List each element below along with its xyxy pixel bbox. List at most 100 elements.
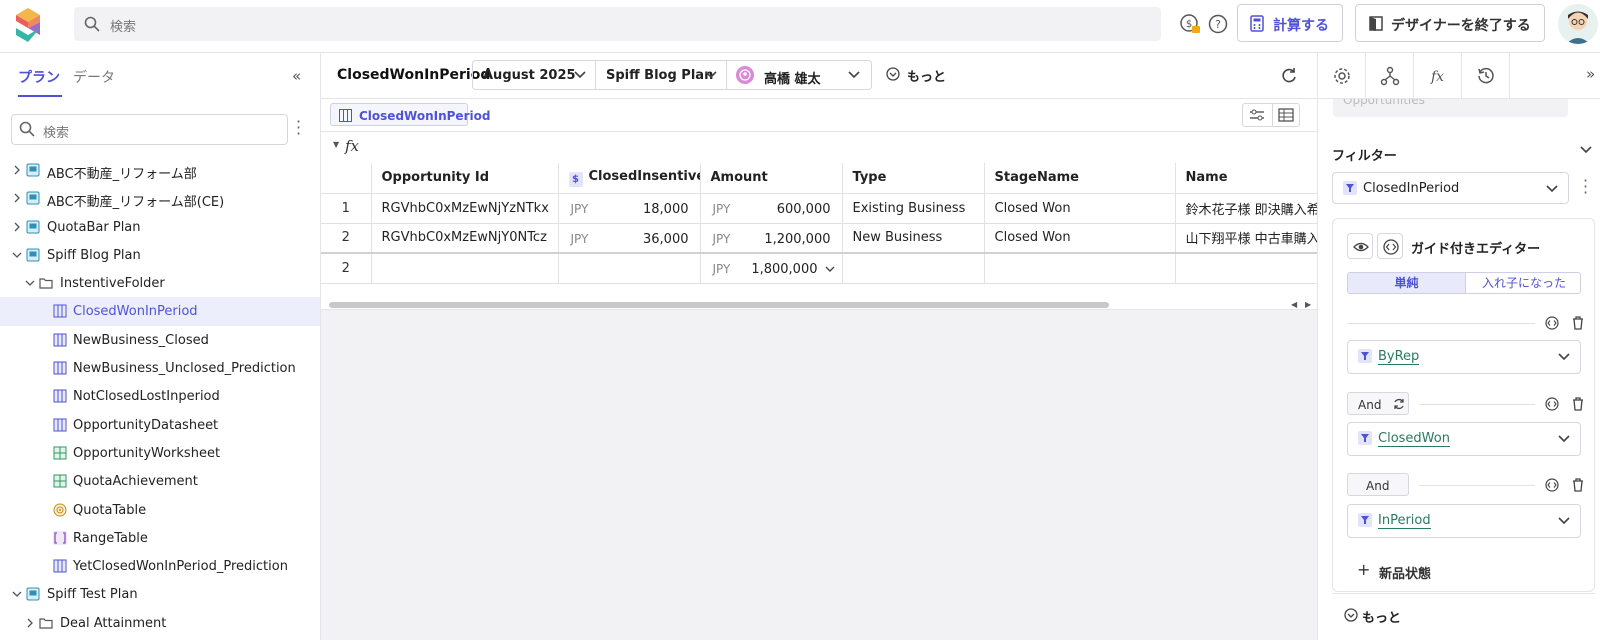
cell-opportunity-id[interactable]: RGVhbC0xMzEwNjYzNTkx bbox=[371, 193, 559, 224]
code-icon[interactable] bbox=[1545, 316, 1559, 330]
tree-item[interactable]: NotClosedLostInperiod bbox=[0, 382, 320, 410]
cell-incentive[interactable]: JPY 36,000 bbox=[558, 223, 701, 254]
tree-item[interactable]: NewBusiness_Unclosed_Prediction bbox=[0, 354, 320, 382]
trash-icon[interactable] bbox=[1571, 315, 1585, 330]
cell-type[interactable]: Existing Business bbox=[842, 193, 985, 224]
formula-bar[interactable]: ▼ fx bbox=[321, 132, 1317, 163]
cell-name[interactable]: 鈴木花子様 即決購入希 bbox=[1175, 193, 1326, 224]
cell-type[interactable]: New Business bbox=[842, 223, 985, 254]
tree-item[interactable]: QuotaTable bbox=[0, 496, 320, 524]
column-header[interactable]: Amount bbox=[700, 163, 843, 194]
cell-stage[interactable]: Closed Won bbox=[984, 223, 1176, 254]
tab-settings[interactable] bbox=[1318, 53, 1366, 99]
tree-item[interactable]: YetClosedWonInPeriod_Prediction bbox=[0, 552, 320, 580]
mode-simple[interactable]: 単純 bbox=[1348, 273, 1465, 293]
tree-item[interactable]: OpportunityDatasheet bbox=[0, 411, 320, 439]
condition-select[interactable]: ByRep bbox=[1347, 340, 1581, 374]
trash-icon[interactable] bbox=[1571, 477, 1585, 492]
settings-sliders-icon[interactable] bbox=[1249, 108, 1265, 122]
table-view-icon[interactable] bbox=[1278, 108, 1294, 122]
cell-amount[interactable]: JPY 1,200,000 bbox=[700, 223, 843, 254]
chevron-down-icon[interactable] bbox=[1580, 145, 1592, 155]
cell-opportunity-id[interactable]: RGVhbC0xMzEwNjY0NTcz bbox=[371, 223, 559, 254]
column-header[interactable]: Type bbox=[842, 163, 985, 194]
expand-panel-icon[interactable]: » bbox=[1586, 65, 1595, 83]
tab-relations[interactable] bbox=[1366, 53, 1414, 99]
tree-item[interactable]: Deal Attainment bbox=[0, 609, 320, 637]
tree-item[interactable]: Spiff Test Plan bbox=[0, 580, 320, 608]
filter-select[interactable]: ClosedInPeriod bbox=[1332, 172, 1569, 204]
column-header[interactable]: Opportunity Id bbox=[371, 163, 559, 194]
refresh-icon[interactable] bbox=[1280, 66, 1298, 84]
tab-formula[interactable]: fx bbox=[1414, 53, 1462, 99]
cell-amount[interactable]: JPY 600,000 bbox=[700, 193, 843, 224]
tree-item[interactable]: QuotaAchievement bbox=[0, 467, 320, 495]
global-search[interactable]: 検索 bbox=[74, 7, 1161, 41]
cell-incentive[interactable]: JPY 18,000 bbox=[558, 193, 701, 224]
tab-plan[interactable]: プラン bbox=[18, 67, 60, 87]
tree-item[interactable]: NewBusiness_Closed bbox=[0, 326, 320, 354]
and-operator-button[interactable]: And bbox=[1347, 392, 1409, 415]
user-select[interactable]: 高橋 雄太 bbox=[727, 61, 871, 89]
code-icon[interactable] bbox=[1545, 397, 1559, 411]
spiff-logo[interactable] bbox=[13, 6, 43, 44]
tab-data[interactable]: データ bbox=[73, 67, 115, 87]
scroll-right-icon[interactable]: ▶ bbox=[1305, 300, 1311, 309]
condition-name[interactable]: ByRep bbox=[1378, 350, 1420, 365]
help-icon[interactable]: ? bbox=[1207, 13, 1229, 35]
filter-options-icon[interactable]: · · · bbox=[1583, 173, 1588, 201]
tree-item[interactable]: ABC不動産_リフォーム部 bbox=[0, 156, 320, 184]
trash-icon[interactable] bbox=[1571, 396, 1585, 411]
condition-select[interactable]: InPeriod bbox=[1347, 504, 1581, 538]
tab-history[interactable] bbox=[1462, 53, 1510, 99]
condition-select[interactable]: ClosedWon bbox=[1347, 422, 1581, 456]
code-view-button[interactable] bbox=[1377, 233, 1403, 259]
exit-designer-button[interactable]: デザイナーを終了する bbox=[1355, 4, 1545, 42]
condition-name[interactable]: InPeriod bbox=[1378, 514, 1431, 529]
calculate-button[interactable]: 計算する bbox=[1237, 4, 1343, 42]
chevron-right-icon[interactable] bbox=[12, 221, 22, 232]
table-row[interactable]: 2 RGVhbC0xMzEwNjY0NTcz JPY 36,000 JPY 1,20… bbox=[321, 223, 1326, 254]
tree-item[interactable]: OpportunityWorksheet bbox=[0, 439, 320, 467]
column-header[interactable]: $ ClosedInsentive bbox=[558, 163, 701, 194]
code-icon[interactable] bbox=[1545, 478, 1559, 492]
column-header[interactable]: Name bbox=[1175, 163, 1326, 194]
tree-item[interactable]: QuotaBar Plan bbox=[0, 213, 320, 241]
tree-item[interactable]: InstentiveFolder bbox=[0, 269, 320, 297]
plan-select[interactable]: Spiff Blog Plan bbox=[596, 61, 726, 89]
caret-down-icon[interactable]: ▼ bbox=[333, 140, 339, 149]
tree-item[interactable]: RangeTable bbox=[0, 524, 320, 552]
scroll-left-icon[interactable]: ◀ bbox=[1291, 300, 1297, 309]
mode-nested[interactable]: 入れ子になった bbox=[1465, 273, 1582, 293]
chevron-down-icon[interactable] bbox=[12, 588, 22, 598]
chevron-right-icon[interactable] bbox=[25, 617, 35, 628]
tree-search-input[interactable]: 検索 bbox=[11, 114, 288, 145]
tree-options-icon[interactable]: · · · bbox=[296, 114, 301, 142]
chevron-down-icon[interactable] bbox=[825, 265, 835, 273]
preview-button[interactable] bbox=[1347, 233, 1373, 259]
cell-stage[interactable]: Closed Won bbox=[984, 193, 1176, 224]
horizontal-scrollbar[interactable]: ◀ ▶ bbox=[321, 300, 1317, 310]
amount-total-cell[interactable]: JPY 1,800,000 bbox=[700, 252, 843, 284]
column-header[interactable]: StageName bbox=[984, 163, 1176, 194]
and-operator-button[interactable]: And bbox=[1347, 473, 1409, 496]
collapse-panel-icon[interactable]: « bbox=[292, 67, 301, 85]
datasheet-chip[interactable]: ClosedWonInPeriod bbox=[330, 103, 490, 126]
table-row[interactable]: 1 RGVhbC0xMzEwNjYzNTkx JPY 18,000 JPY 600,… bbox=[321, 193, 1326, 224]
chevron-right-icon[interactable] bbox=[12, 192, 22, 203]
chevron-down-icon[interactable] bbox=[12, 249, 22, 259]
chevron-down-icon[interactable] bbox=[25, 277, 35, 287]
sync-icon[interactable] bbox=[1392, 397, 1406, 411]
period-select[interactable]: August 2025 bbox=[473, 61, 595, 89]
condition-name[interactable]: ClosedWon bbox=[1378, 432, 1450, 447]
tree-item[interactable]: Spiff Blog Plan bbox=[0, 241, 320, 269]
cell-name[interactable]: 山下翔平様 中古車購入 bbox=[1175, 223, 1326, 254]
tree-item[interactable]: ABC不動産_リフォーム部(CE) bbox=[0, 184, 320, 212]
more-button[interactable]: もっと bbox=[1332, 593, 1595, 633]
tree-item[interactable]: ClosedWonInPeriod bbox=[0, 297, 320, 326]
chevron-right-icon[interactable] bbox=[12, 164, 22, 175]
user-avatar[interactable] bbox=[1558, 4, 1598, 44]
scrollbar-thumb[interactable] bbox=[329, 302, 1109, 308]
billing-lock-icon[interactable]: $ bbox=[1179, 13, 1201, 35]
source-select[interactable]: Opportunities bbox=[1333, 99, 1568, 117]
